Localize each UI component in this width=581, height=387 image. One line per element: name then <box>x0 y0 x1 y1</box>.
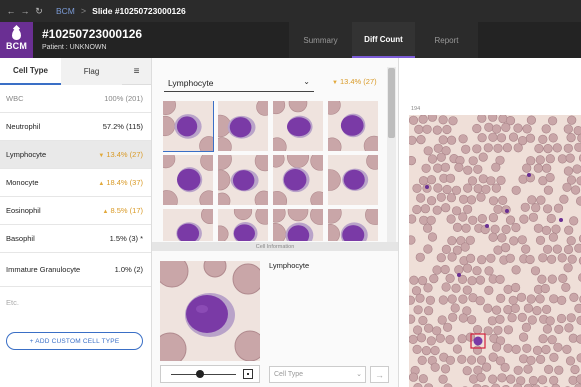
tab-flag[interactable]: Flag <box>61 58 122 85</box>
down-arrow-icon: ▼ <box>332 80 338 86</box>
slide-title: #10250723000126 <box>42 27 143 41</box>
down-arrow-icon: ▼ <box>98 153 105 159</box>
cell-type-name: WBC <box>6 94 24 103</box>
cell-type-value: 1.0% (2) <box>114 265 143 274</box>
cell-thumbnail[interactable] <box>163 101 214 152</box>
refresh-icon[interactable]: ↻ <box>32 0 46 22</box>
bcm-logo[interactable]: BCM <box>0 22 33 58</box>
cell-thumbnail-grid <box>163 101 381 241</box>
cell-type-value: ▲ 18.4% (37) <box>98 178 143 187</box>
cell-type-value: 100% (201) <box>104 94 143 103</box>
cell-type-row[interactable]: WBC 100% (201) <box>0 85 151 113</box>
chevron-down-icon: ⌄ <box>356 371 362 378</box>
cell-type-value: 1.5% (3) * <box>109 234 143 243</box>
cell-type-select-placeholder: Cell Type <box>274 371 304 378</box>
chevron-down-icon: ⌄ <box>303 77 310 86</box>
cell-thumbnail[interactable] <box>218 209 268 241</box>
cell-type-panel: Cell Type Flag ≡ WBC 100% (201) Neutrophil… <box>0 58 152 387</box>
cell-thumbnail[interactable] <box>218 155 268 205</box>
cell-type-dropdown-value: Lymphocyte <box>168 77 214 88</box>
cell-type-name: Eosinophil <box>6 206 41 215</box>
add-custom-cell-type-button[interactable]: + ADD CUSTOM CELL TYPE <box>6 332 143 350</box>
selected-type-percentage: ▼ 13.4% (27) <box>332 77 377 86</box>
cell-gallery-panel: Lymphocyte ⌄ ▼ 13.4% (27) Cell Informatio… <box>152 58 398 387</box>
up-arrow-icon: ▲ <box>98 181 105 187</box>
cell-type-name: Basophil <box>6 234 35 243</box>
view-tabs: Summary Diff Count Report <box>289 22 478 58</box>
cell-type-value: 57.2% (115) <box>102 122 143 131</box>
tab-summary[interactable]: Summary <box>289 22 352 58</box>
etc-row[interactable]: Etc. <box>0 287 151 317</box>
tab-diff-count[interactable]: Diff Count <box>352 22 415 58</box>
cell-type-value: ▼ 13.4% (27) <box>98 150 143 159</box>
cell-information-image <box>160 261 260 361</box>
up-arrow-icon: ▲ <box>102 209 109 215</box>
cell-information-type: Lymphocyte <box>269 261 310 270</box>
breadcrumb-home[interactable]: BCM <box>56 6 75 16</box>
zoom-slider-handle[interactable] <box>196 370 205 378</box>
collapse-menu-icon[interactable]: ≡ <box>122 58 151 84</box>
cell-thumbnail[interactable] <box>328 101 378 151</box>
cell-type-name: Monocyte <box>6 178 39 187</box>
slide-image-viewer[interactable] <box>409 115 581 387</box>
cell-thumbnail[interactable] <box>163 209 213 241</box>
breadcrumb-separator: > <box>80 6 87 16</box>
cell-thumbnail[interactable] <box>218 101 268 151</box>
slide-index-label: 194 <box>411 106 421 112</box>
cell-type-row[interactable]: Eosinophil ▲ 8.5% (17) <box>0 197 151 225</box>
app-header: BCM #10250723000126 Patient : UNKNOWN Su… <box>0 22 581 58</box>
cell-type-row[interactable]: Monocyte ▲ 18.4% (37) <box>0 169 151 197</box>
cell-type-row[interactable]: Lymphocyte ▼ 13.4% (27) <box>0 141 151 169</box>
cell-thumbnail[interactable] <box>273 209 323 241</box>
cell-type-select[interactable]: Cell Type ⌄ <box>269 366 366 383</box>
cell-thumbnail[interactable] <box>273 101 323 151</box>
back-arrow-icon[interactable]: ← <box>4 0 18 22</box>
arrow-right-icon[interactable]: → <box>370 366 389 383</box>
fit-screen-icon[interactable] <box>243 369 253 379</box>
cell-thumbnail[interactable] <box>163 155 213 205</box>
cell-type-dropdown[interactable]: Lymphocyte ⌄ <box>164 74 314 92</box>
zoom-control <box>160 365 260 383</box>
cell-type-row[interactable]: Neutrophil 57.2% (115) <box>0 113 151 141</box>
gallery-scrollbar-thumb[interactable] <box>388 68 395 138</box>
cell-information-header: Cell Information <box>152 242 398 251</box>
left-tabs: Cell Type Flag ≡ <box>0 58 151 85</box>
cell-type-name: Lymphocyte <box>6 150 47 159</box>
cell-type-row[interactable]: Immature Granulocyte 1.0% (2) <box>0 253 151 287</box>
cell-type-row[interactable]: Basophil 1.5% (3) * <box>0 225 151 253</box>
cell-type-name: Immature Granulocyte <box>6 265 81 274</box>
patient-label: Patient : UNKNOWN <box>42 44 107 51</box>
browser-bar: ← → ↻ BCM > Slide #10250723000126 <box>0 0 581 22</box>
cell-type-list: WBC 100% (201) Neutrophil 57.2% (115) Lympho… <box>0 85 151 287</box>
blood-drop-icon <box>12 29 21 40</box>
tab-cell-type[interactable]: Cell Type <box>0 58 61 85</box>
slide-viewer-panel: 194 <box>398 58 581 387</box>
logo-text: BCM <box>5 41 28 51</box>
cell-thumbnail[interactable] <box>328 209 378 241</box>
cell-thumbnail[interactable] <box>273 155 323 205</box>
cell-type-value: ▲ 8.5% (17) <box>102 206 143 215</box>
tab-report[interactable]: Report <box>415 22 478 58</box>
cell-type-name: Neutrophil <box>6 122 41 131</box>
breadcrumb-current: Slide #10250723000126 <box>92 6 186 16</box>
cell-thumbnail[interactable] <box>328 155 378 205</box>
forward-arrow-icon[interactable]: → <box>18 0 32 22</box>
